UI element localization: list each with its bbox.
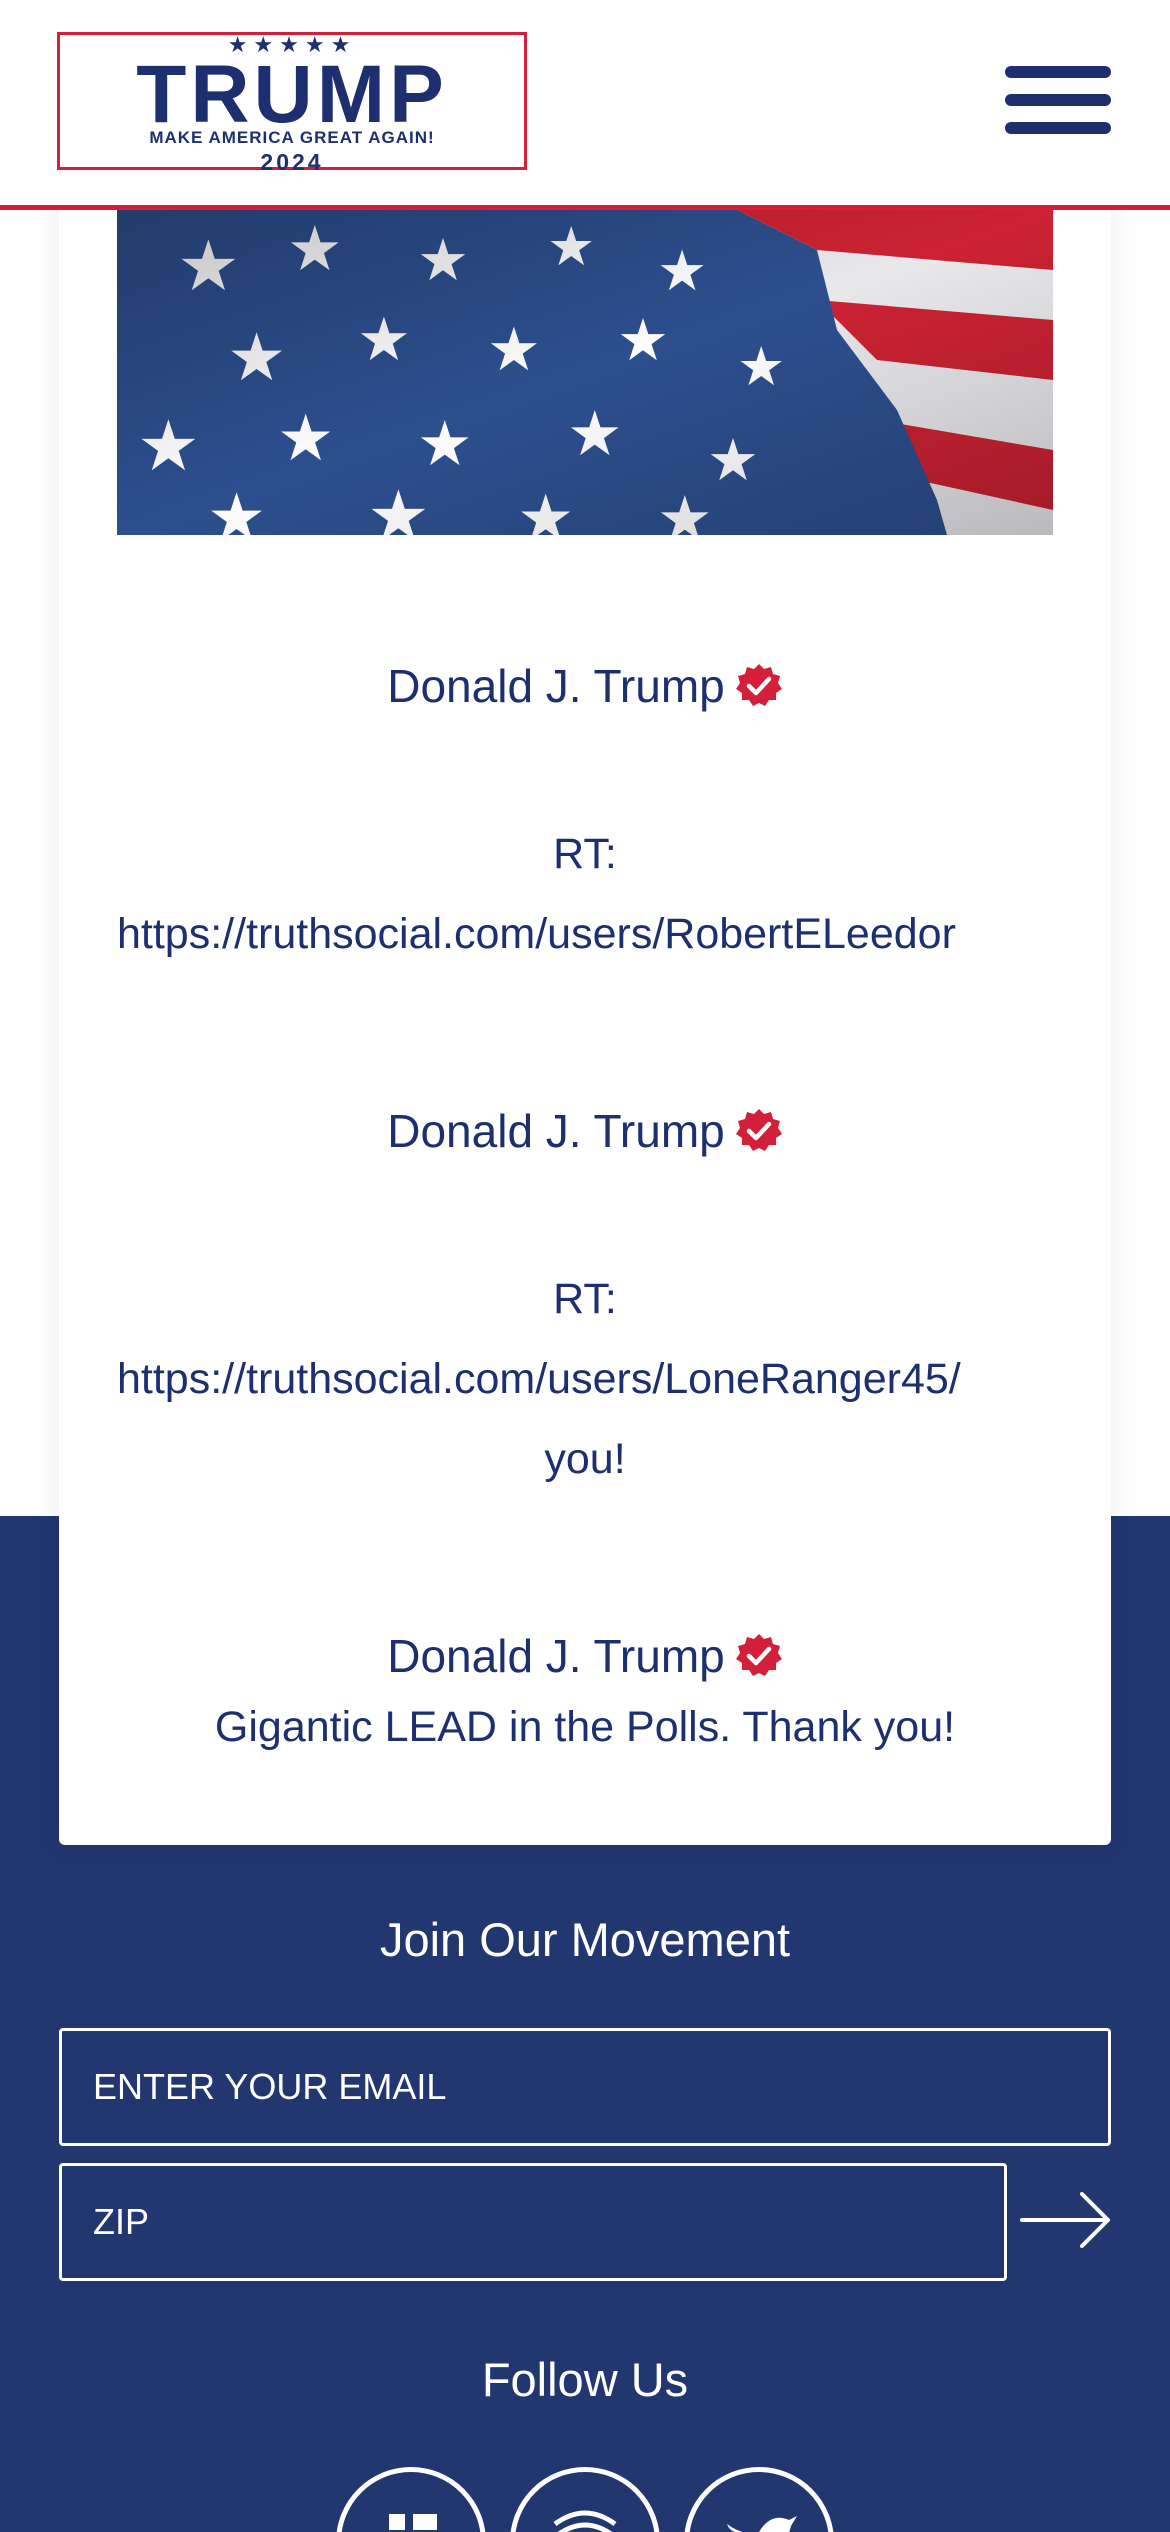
post-author[interactable]: Donald J. Trump	[59, 1103, 1111, 1159]
post-author[interactable]: Donald J. Trump	[59, 658, 1111, 714]
post-link[interactable]: https://truthsocial.com/users/RobertELee…	[117, 894, 1053, 974]
post-body: Gigantic LEAD in the Polls. Thank you!	[214, 1703, 956, 1751]
email-field[interactable]	[59, 2028, 1111, 2146]
rt-label: RT:	[553, 830, 617, 878]
twitter-icon[interactable]	[684, 2467, 834, 2532]
hamburger-menu-icon[interactable]	[1005, 60, 1113, 140]
truth-social-icon[interactable]	[510, 2467, 660, 2532]
post-body: RT: https://truthsocial.com/users/Robert…	[59, 814, 1111, 974]
truth-post[interactable]: Donald J. Trump Gigantic LEAD in the Pol…	[59, 1628, 1111, 1764]
trump-2024-logo[interactable]: ★★★★★ TRUMP MAKE AMERICA GREAT AGAIN! 20…	[57, 32, 527, 175]
zip-field[interactable]	[59, 2163, 1007, 2281]
verified-badge-icon	[735, 1109, 782, 1151]
verified-badge-icon	[735, 1634, 782, 1676]
facebook-icon[interactable]	[336, 2467, 486, 2532]
post-author-name[interactable]: Donald J. Trump	[387, 1105, 724, 1157]
follow-title: Follow Us	[481, 2353, 689, 2406]
logo-year: 2024	[260, 149, 324, 175]
truth-post[interactable]: Donald J. Trump RT: https://truthsocial.…	[59, 1103, 1111, 1499]
post-author-name[interactable]: Donald J. Trump	[387, 1630, 724, 1682]
post-author-name[interactable]: Donald J. Trump	[387, 660, 724, 712]
post-trailing-text: you!	[544, 1435, 626, 1483]
truth-post[interactable]: Donald J. Trump RT: https://truthsocial.…	[59, 658, 1111, 974]
american-flag-image: ★ ★ ★ ★ ★ ★ ★ ★ ★ ★ ★ ★ ★ ★ ★ ★ ★	[117, 210, 1053, 535]
post-link[interactable]: https://truthsocial.com/users/LoneRanger…	[117, 1339, 1053, 1419]
truth-feed-card: ★ ★ ★ ★ ★ ★ ★ ★ ★ ★ ★ ★ ★ ★ ★ ★ ★	[59, 150, 1111, 1845]
join-title: Join Our Movement	[379, 1913, 791, 1966]
page: ★ ★ ★ ★ ★ ★ ★ ★ ★ ★ ★ ★ ★ ★ ★ ★ ★	[0, 0, 1170, 2532]
verified-badge-icon	[735, 664, 782, 706]
site-header: ★★★★★ TRUMP MAKE AMERICA GREAT AGAIN! 20…	[0, 0, 1170, 210]
post-author[interactable]: Donald J. Trump	[59, 1628, 1111, 1684]
arrow-right-icon[interactable]	[1020, 2190, 1112, 2250]
post-body: RT: https://truthsocial.com/users/LoneRa…	[59, 1259, 1111, 1499]
rt-label: RT:	[553, 1275, 617, 1323]
logo-tagline: MAKE AMERICA GREAT AGAIN!	[149, 128, 435, 147]
